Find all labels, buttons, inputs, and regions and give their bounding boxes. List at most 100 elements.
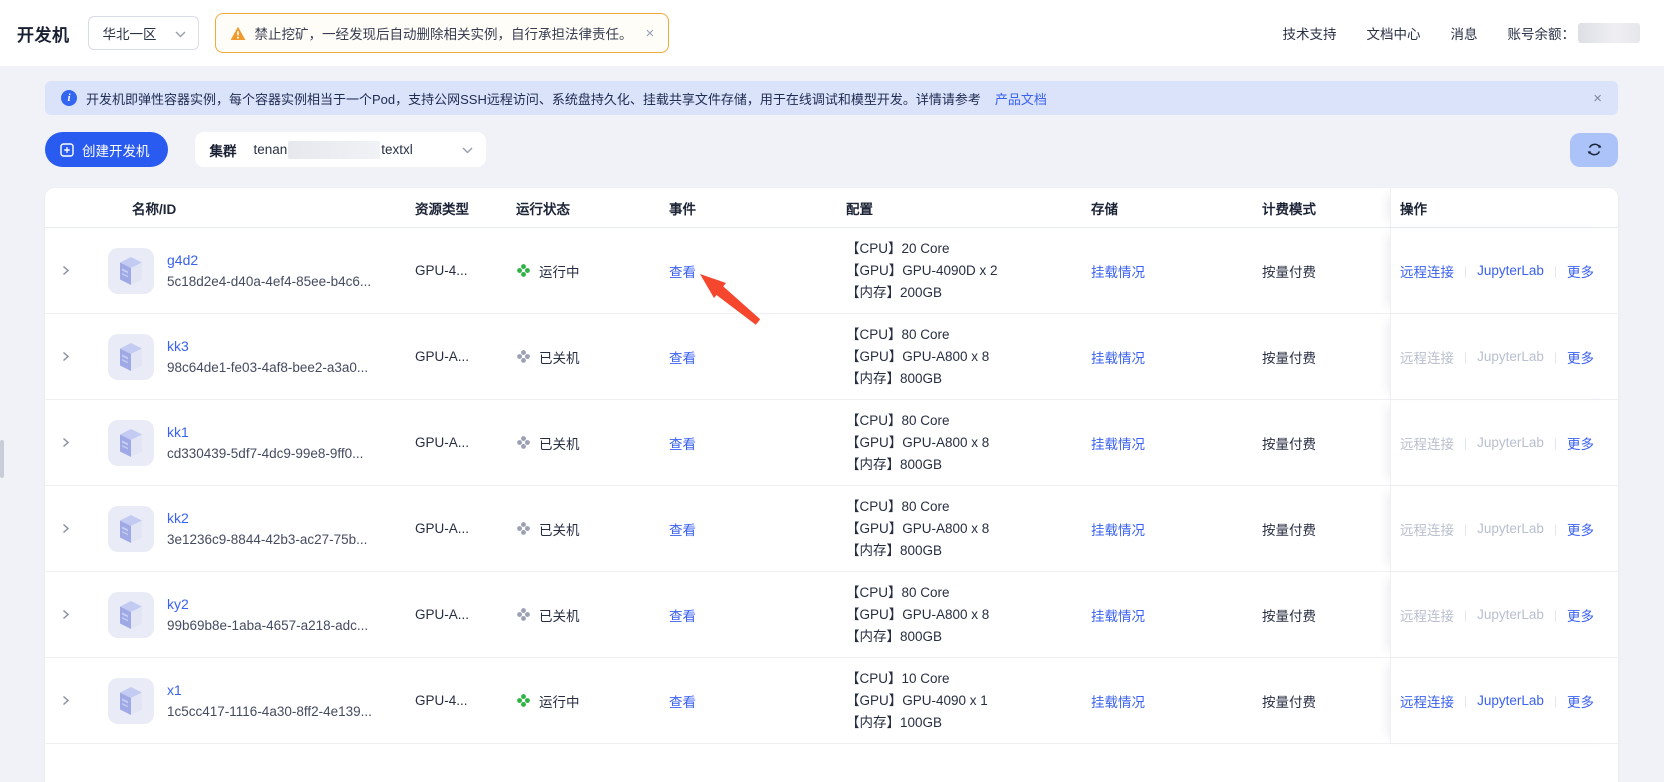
- remote-connect-link[interactable]: 远程连接: [1400, 347, 1454, 367]
- resource-type: GPU-A...: [415, 349, 470, 364]
- more-actions-link[interactable]: 更多: [1567, 347, 1594, 367]
- jupyterlab-link[interactable]: JupyterLab: [1477, 263, 1544, 278]
- expand-row-button[interactable]: [56, 347, 75, 366]
- expand-row-button[interactable]: [56, 605, 75, 624]
- jupyterlab-link[interactable]: JupyterLab: [1477, 693, 1544, 708]
- col-billing-mode: 计费模式: [1262, 201, 1316, 217]
- machine-name-link[interactable]: kk1: [167, 424, 363, 440]
- page-title: 开发机: [17, 25, 70, 45]
- mount-status-link[interactable]: 挂载情况: [1091, 265, 1145, 280]
- refresh-button[interactable]: [1570, 132, 1618, 167]
- mount-status-link[interactable]: 挂载情况: [1091, 351, 1145, 366]
- run-status: 已关机: [510, 433, 665, 453]
- mount-status-link[interactable]: 挂载情况: [1091, 609, 1145, 624]
- account-balance: 账号余额：: [1507, 23, 1640, 43]
- nav-support-link[interactable]: 技术支持: [1283, 23, 1337, 43]
- status-fan-icon: [516, 349, 531, 364]
- balance-redacted-value: [1578, 23, 1640, 43]
- machine-name-link[interactable]: kk3: [167, 338, 368, 354]
- machine-name-link[interactable]: kk2: [167, 510, 367, 526]
- run-status: 已关机: [510, 519, 665, 539]
- machine-id: 98c64de1-fe03-4af8-bee2-a3a0...: [167, 360, 369, 375]
- chevron-down-icon: [461, 142, 473, 157]
- warning-close-icon[interactable]: ×: [646, 25, 655, 42]
- col-resource-type: 资源类型: [415, 201, 469, 217]
- ops-separator: |: [1464, 435, 1468, 450]
- remote-connect-link[interactable]: 远程连接: [1400, 519, 1454, 539]
- mount-status-link[interactable]: 挂载情况: [1091, 437, 1145, 452]
- remote-connect-link[interactable]: 远程连接: [1400, 605, 1454, 625]
- billing-mode: 按量付费: [1262, 694, 1316, 710]
- view-events-link[interactable]: 查看: [669, 437, 696, 452]
- cluster-select[interactable]: tenan textxl: [254, 140, 462, 159]
- view-events-link[interactable]: 查看: [669, 265, 696, 280]
- warning-icon: [230, 26, 246, 41]
- machine-icon: [108, 591, 154, 638]
- resource-type: GPU-A...: [415, 435, 470, 450]
- expand-row-button[interactable]: [56, 433, 75, 452]
- cluster-redacted-value: [288, 140, 381, 159]
- view-events-link[interactable]: 查看: [669, 351, 696, 366]
- left-scrollbar-thumb[interactable]: [0, 440, 4, 478]
- config-line: 【GPU】GPU-A800 x 8: [846, 520, 990, 536]
- table-row: kk2 3e1236c9-8844-42b3-ac27-75b... GPU-A…: [45, 486, 1618, 572]
- config-cell: 【CPU】80 Core 【GPU】GPU-A800 x 8 【内存】800GB: [840, 582, 1085, 648]
- toolbar: 创建开发机 集群 tenan textxl: [45, 132, 1618, 167]
- cluster-label: 集群: [209, 143, 237, 159]
- mount-status-link[interactable]: 挂载情况: [1091, 523, 1145, 538]
- product-doc-link[interactable]: 产品文档: [995, 89, 1047, 108]
- machine-icon: [108, 247, 154, 294]
- machine-name-link[interactable]: ky2: [167, 596, 368, 612]
- status-text: 运行中: [539, 694, 580, 710]
- notice-close-icon[interactable]: ×: [1593, 90, 1602, 107]
- status-text: 运行中: [539, 264, 580, 280]
- config-line: 【CPU】80 Core: [846, 412, 950, 428]
- machine-name-link[interactable]: x1: [167, 682, 372, 698]
- jupyterlab-link[interactable]: JupyterLab: [1477, 521, 1544, 536]
- table-row: g4d2 5c18d2e4-d40a-4ef4-85ee-b4c6... GPU…: [45, 228, 1618, 314]
- region-select-value: 华北一区: [102, 27, 157, 42]
- info-icon: i: [61, 90, 77, 106]
- notice-text: 开发机即弹性容器实例，每个容器实例相当于一个Pod，支持公网SSH远程访问、系统…: [86, 91, 981, 107]
- view-events-link[interactable]: 查看: [669, 609, 696, 624]
- mount-status-link[interactable]: 挂载情况: [1091, 695, 1145, 710]
- jupyterlab-link[interactable]: JupyterLab: [1477, 435, 1544, 450]
- account-balance-label: 账号余额：: [1507, 27, 1576, 42]
- config-line: 【GPU】GPU-4090D x 2: [846, 262, 998, 278]
- config-cell: 【CPU】80 Core 【GPU】GPU-A800 x 8 【内存】800GB: [840, 324, 1085, 390]
- machine-icon: [108, 419, 154, 466]
- status-text: 已关机: [539, 608, 580, 624]
- machine-name-link[interactable]: g4d2: [167, 252, 371, 268]
- config-cell: 【CPU】20 Core 【GPU】GPU-4090D x 2 【内存】200GB: [840, 238, 1085, 304]
- run-status: 运行中: [510, 691, 665, 711]
- more-actions-link[interactable]: 更多: [1567, 261, 1594, 281]
- operations-cell: 远程连接 | JupyterLab | 更多: [1390, 658, 1618, 743]
- expand-row-button[interactable]: [56, 261, 75, 280]
- ops-separator: |: [1464, 263, 1468, 278]
- status-fan-icon: [516, 607, 531, 622]
- more-actions-link[interactable]: 更多: [1567, 519, 1594, 539]
- status-text: 已关机: [539, 350, 580, 366]
- ops-separator: |: [1464, 349, 1468, 364]
- jupyterlab-link[interactable]: JupyterLab: [1477, 349, 1544, 364]
- more-actions-link[interactable]: 更多: [1567, 433, 1594, 453]
- config-line: 【GPU】GPU-A800 x 8: [846, 606, 990, 622]
- remote-connect-link[interactable]: 远程连接: [1400, 433, 1454, 453]
- more-actions-link[interactable]: 更多: [1567, 605, 1594, 625]
- nav-docs-link[interactable]: 文档中心: [1367, 23, 1421, 43]
- remote-connect-link[interactable]: 远程连接: [1400, 691, 1454, 711]
- run-status: 已关机: [510, 347, 665, 367]
- region-select[interactable]: 华北一区: [87, 16, 199, 50]
- view-events-link[interactable]: 查看: [669, 695, 696, 710]
- expand-row-button[interactable]: [56, 519, 75, 538]
- create-devmachine-button[interactable]: 创建开发机: [45, 132, 168, 167]
- jupyterlab-link[interactable]: JupyterLab: [1477, 607, 1544, 622]
- nav-messages-link[interactable]: 消息: [1451, 23, 1478, 43]
- config-line: 【内存】800GB: [846, 628, 943, 644]
- expand-row-button[interactable]: [56, 691, 75, 710]
- machine-icon: [108, 333, 154, 380]
- remote-connect-link[interactable]: 远程连接: [1400, 261, 1454, 281]
- topbar: 开发机 华北一区 禁止挖矿，一经发现后自动删除相关实例，自行承担法律责任。 × …: [0, 0, 1664, 66]
- more-actions-link[interactable]: 更多: [1567, 691, 1594, 711]
- view-events-link[interactable]: 查看: [669, 523, 696, 538]
